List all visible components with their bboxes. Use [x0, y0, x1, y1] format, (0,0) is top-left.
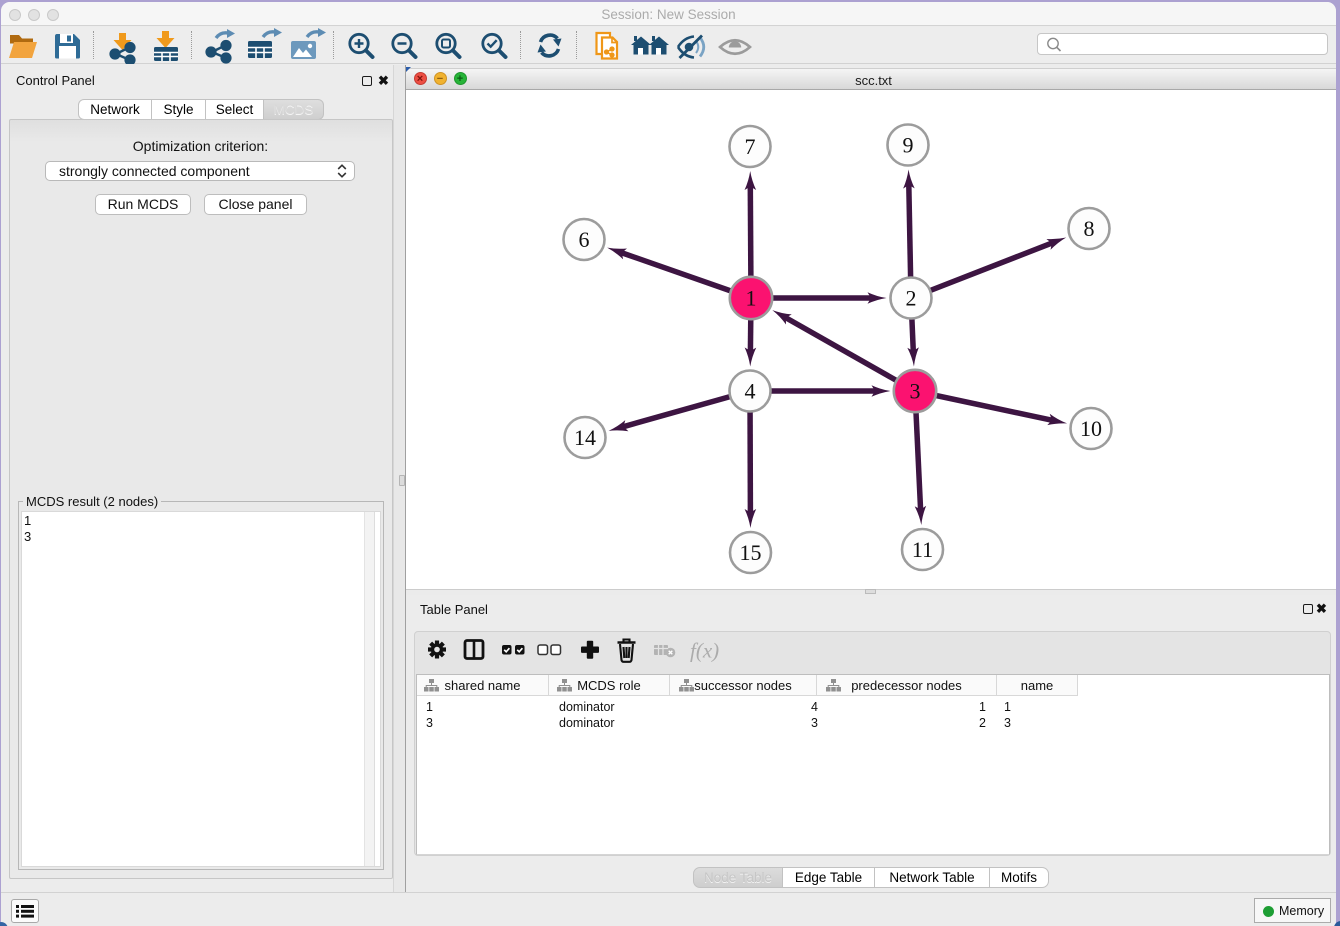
- svg-text:4: 4: [745, 379, 756, 404]
- svg-text:8: 8: [1084, 216, 1095, 241]
- svg-text:11: 11: [912, 537, 933, 562]
- svg-text:f(x): f(x): [690, 639, 719, 663]
- svg-text:6: 6: [579, 227, 590, 252]
- svg-text:7: 7: [745, 134, 756, 159]
- svg-text:3: 3: [910, 379, 921, 404]
- svg-text:10: 10: [1080, 416, 1102, 441]
- svg-text:1: 1: [746, 286, 757, 311]
- svg-text:15: 15: [740, 540, 762, 565]
- svg-text:9: 9: [903, 133, 914, 158]
- svg-text:2: 2: [906, 286, 917, 311]
- svg-text:14: 14: [574, 425, 596, 450]
